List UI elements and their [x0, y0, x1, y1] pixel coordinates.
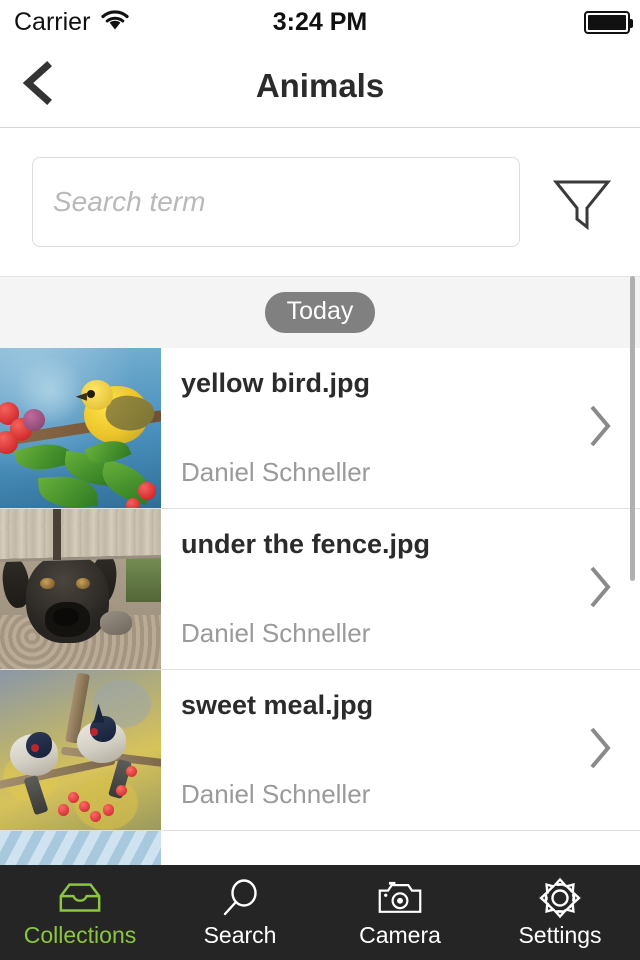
list-item[interactable]: yellow bird.jpg Daniel Schneller — [0, 348, 640, 509]
inbox-tray-icon — [57, 878, 103, 918]
tab-label: Camera — [359, 922, 441, 948]
status-bar-center: 3:24 PM — [0, 0, 640, 44]
vertical-scrollbar[interactable] — [630, 276, 635, 581]
funnel-icon — [551, 173, 613, 238]
battery-cap — [630, 18, 633, 28]
tab-label: Search — [203, 922, 277, 948]
item-thumbnail — [0, 509, 161, 669]
tab-settings[interactable]: Settings — [480, 865, 640, 960]
tab-collections[interactable]: Collections — [0, 865, 160, 960]
item-thumbnail — [0, 831, 161, 865]
item-text-block: sweet meal.jpg Daniel Schneller — [161, 670, 640, 830]
item-text-block — [161, 831, 640, 865]
chevron-right-icon — [587, 403, 613, 454]
search-input[interactable] — [53, 186, 499, 218]
battery-level-fill — [588, 14, 626, 30]
tab-bar: Collections Search Camera Settings — [0, 865, 640, 960]
navigation-bar: Animals — [0, 44, 640, 128]
item-text-block: under the fence.jpg Daniel Schneller — [161, 509, 640, 669]
disclosure-button[interactable] — [582, 566, 618, 612]
gear-icon — [537, 877, 583, 919]
clock-label: 3:24 PM — [272, 7, 368, 36]
chevron-right-icon — [587, 564, 613, 615]
item-text-block: yellow bird.jpg Daniel Schneller — [161, 348, 640, 508]
tab-camera[interactable]: Camera — [320, 865, 480, 960]
item-title: yellow bird.jpg — [181, 368, 371, 398]
file-list[interactable]: Today yellow bird.jpg Daniel Schneller u… — [0, 276, 640, 865]
item-subtitle: Daniel Schneller — [181, 779, 371, 809]
camera-icon — [377, 878, 423, 918]
battery-icon — [584, 10, 633, 34]
tab-label: Collections — [23, 922, 137, 948]
section-header-today: Today — [0, 276, 640, 348]
status-bar-right — [584, 0, 633, 44]
item-title: under the fence.jpg — [181, 529, 431, 559]
filter-button[interactable] — [548, 174, 616, 236]
page-title: Animals — [255, 67, 385, 104]
magnifier-icon — [217, 878, 263, 918]
tab-search[interactable]: Search — [160, 865, 320, 960]
item-subtitle: Daniel Schneller — [181, 618, 371, 648]
item-subtitle: Daniel Schneller — [181, 457, 371, 487]
item-thumbnail — [0, 348, 161, 508]
disclosure-button[interactable] — [582, 727, 618, 773]
status-bar: Carrier 3:24 PM — [0, 0, 640, 44]
list-item[interactable]: sweet meal.jpg Daniel Schneller — [0, 670, 640, 831]
app-screen: Carrier 3:24 PM Animals Search term Toda… — [0, 0, 640, 960]
search-field-container[interactable] — [32, 157, 520, 247]
item-title: sweet meal.jpg — [181, 690, 374, 720]
list-item[interactable]: under the fence.jpg Daniel Schneller — [0, 509, 640, 670]
chevron-right-icon — [587, 725, 613, 776]
disclosure-button[interactable] — [582, 405, 618, 451]
tab-label: Settings — [518, 922, 602, 948]
item-thumbnail — [0, 670, 161, 830]
section-date-badge: Today — [264, 292, 376, 333]
list-item[interactable] — [0, 831, 640, 865]
search-bar — [0, 129, 640, 276]
